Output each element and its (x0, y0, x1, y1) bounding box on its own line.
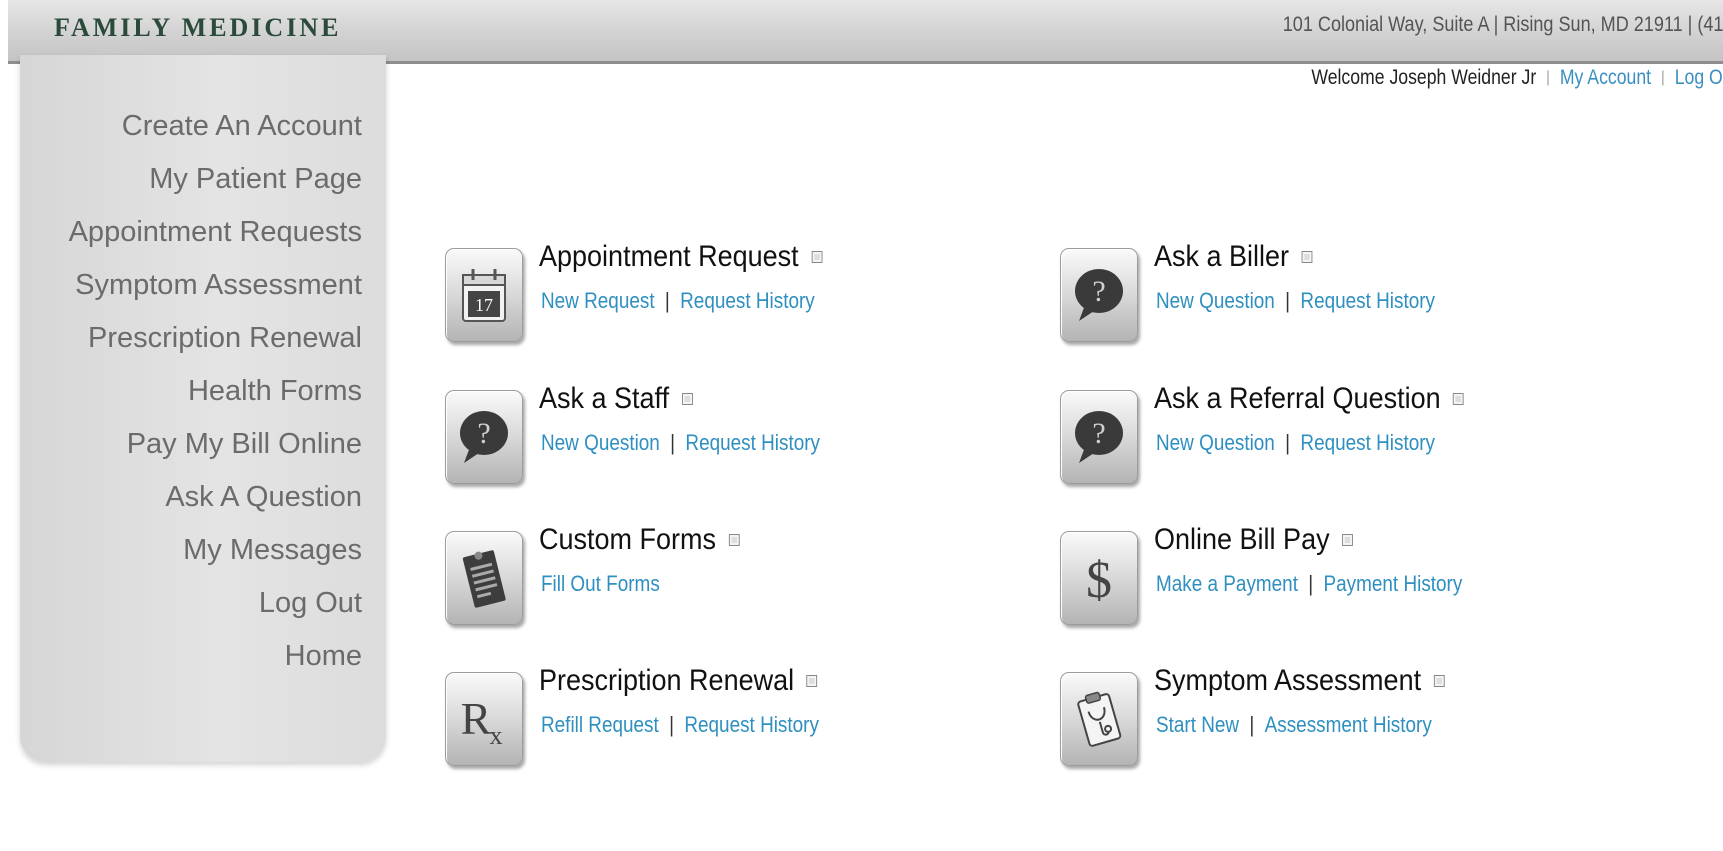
custom-forms-title: Custom Forms (539, 523, 717, 556)
svg-text:R: R (461, 693, 492, 744)
tile-title: Custom Forms (539, 523, 740, 557)
ask-staff-title: Ask a Staff (539, 382, 670, 415)
log-out-link[interactable]: Log O (1675, 66, 1723, 90)
make-payment-link[interactable]: Make a Payment (1156, 571, 1298, 597)
tile-prescription-renewal: R x Prescription Renewal Refill Request … (445, 664, 1005, 774)
tile-links: New Question | Request History (1156, 288, 1435, 314)
request-history-link[interactable]: Request History (685, 430, 820, 456)
separator: | (1285, 430, 1291, 455)
new-question-link[interactable]: New Question (1156, 288, 1275, 314)
speech-bubble-question-icon[interactable]: ? (1060, 390, 1138, 484)
tile-online-bill-pay: $ Online Bill Pay Make a Payment | Payme… (1060, 523, 1620, 633)
svg-text:?: ? (1092, 417, 1105, 450)
info-box-icon[interactable] (1433, 675, 1445, 687)
online-bill-pay-title: Online Bill Pay (1154, 523, 1330, 556)
new-question-link[interactable]: New Question (1156, 430, 1275, 456)
prescription-renewal-title: Prescription Renewal (539, 664, 795, 697)
info-box-icon[interactable] (681, 393, 693, 405)
calendar-icon[interactable]: 17 (445, 248, 523, 342)
ask-referral-title: Ask a Referral Question (1154, 382, 1441, 415)
tile-title: Ask a Staff (539, 382, 693, 416)
sidebar-item-create-account[interactable]: Create An Account (69, 100, 362, 153)
clipboard-stethoscope-icon[interactable] (1060, 672, 1138, 766)
sidebar-item-log-out[interactable]: Log Out (69, 577, 362, 630)
tile-title: Prescription Renewal (539, 664, 818, 698)
tile-links: New Question | Request History (1156, 430, 1435, 456)
info-box-icon[interactable] (1301, 251, 1313, 263)
request-history-link[interactable]: Request History (684, 712, 819, 738)
tile-links: Fill Out Forms (541, 571, 660, 597)
brand-title[interactable]: FAMILY MEDICINE (54, 13, 341, 43)
tile-title: Online Bill Pay (1154, 523, 1353, 557)
tile-ask-staff: ? Ask a Staff New Question | Request His… (445, 382, 1005, 492)
info-box-icon[interactable] (806, 675, 818, 687)
sidebar-menu: Create An Account My Patient Page Appoin… (69, 100, 362, 683)
fill-out-forms-link[interactable]: Fill Out Forms (541, 571, 660, 597)
assessment-history-link[interactable]: Assessment History (1265, 712, 1432, 738)
separator: | (664, 288, 670, 313)
svg-text:?: ? (477, 417, 490, 450)
welcome-text: Welcome Joseph Weidner Jr (1311, 66, 1537, 89)
clipboard-form-icon[interactable] (445, 531, 523, 625)
ask-biller-title: Ask a Biller (1154, 240, 1290, 273)
tile-ask-referral-question: ? Ask a Referral Question New Question |… (1060, 382, 1620, 492)
tile-links: Refill Request | Request History (541, 712, 819, 738)
sidebar-item-my-messages[interactable]: My Messages (69, 524, 362, 577)
sidebar-item-pay-bill-online[interactable]: Pay My Bill Online (69, 418, 362, 471)
request-history-link[interactable]: Request History (1300, 430, 1435, 456)
separator: | (669, 712, 675, 737)
tile-ask-biller: ? Ask a Biller New Question | Request Hi… (1060, 240, 1620, 350)
separator: | (1661, 69, 1665, 86)
speech-bubble-question-icon[interactable]: ? (445, 390, 523, 484)
separator: | (1308, 571, 1314, 596)
speech-bubble-question-icon[interactable]: ? (1060, 248, 1138, 342)
tile-links: New Question | Request History (541, 430, 820, 456)
practice-address: 101 Colonial Way, Suite A | Rising Sun, … (1282, 13, 1723, 36)
tile-links: Make a Payment | Payment History (1156, 571, 1462, 597)
dollar-sign-text: $ (1086, 552, 1112, 609)
sidebar-item-symptom-assessment[interactable]: Symptom Assessment (69, 259, 362, 312)
sidebar-item-appointment-requests[interactable]: Appointment Requests (69, 206, 362, 259)
welcome-bar: Welcome Joseph Weidner Jr | My Account |… (1312, 61, 1723, 95)
tile-custom-forms: Custom Forms Fill Out Forms (445, 523, 1005, 633)
tile-symptom-assessment: Symptom Assessment Start New | Assessmen… (1060, 664, 1620, 774)
tile-links: Start New | Assessment History (1156, 712, 1432, 738)
separator: | (670, 430, 676, 455)
info-box-icon[interactable] (728, 534, 740, 546)
sidebar-item-my-patient-page[interactable]: My Patient Page (69, 153, 362, 206)
tile-appointment-request: 17 Appointment Request New Request | Req… (445, 240, 1005, 350)
new-request-link[interactable]: New Request (541, 288, 655, 314)
sidebar-nav: Create An Account My Patient Page Appoin… (20, 55, 386, 762)
sidebar-item-prescription-renewal[interactable]: Prescription Renewal (69, 312, 362, 365)
tile-title: Ask a Referral Question (1154, 382, 1465, 416)
info-box-icon[interactable] (1453, 393, 1465, 405)
separator: | (1249, 712, 1255, 737)
tile-title: Ask a Biller (1154, 240, 1313, 274)
calendar-day-text: 17 (475, 295, 493, 315)
sidebar-item-ask-question[interactable]: Ask A Question (69, 471, 362, 524)
info-box-icon[interactable] (811, 251, 823, 263)
rx-icon[interactable]: R x (445, 672, 523, 766)
start-new-link[interactable]: Start New (1156, 712, 1239, 738)
request-history-link[interactable]: Request History (680, 288, 815, 314)
refill-request-link[interactable]: Refill Request (541, 712, 659, 738)
dollar-icon[interactable]: $ (1060, 531, 1138, 625)
tile-title: Symptom Assessment (1154, 664, 1445, 698)
tile-links: New Request | Request History (541, 288, 815, 314)
svg-text:x: x (490, 721, 503, 750)
my-account-link[interactable]: My Account (1560, 66, 1651, 90)
request-history-link[interactable]: Request History (1300, 288, 1435, 314)
separator: | (1546, 69, 1551, 86)
new-question-link[interactable]: New Question (541, 430, 660, 456)
sidebar-item-home[interactable]: Home (69, 630, 362, 683)
payment-history-link[interactable]: Payment History (1324, 571, 1463, 597)
svg-text:?: ? (1092, 275, 1105, 308)
tile-title: Appointment Request (539, 240, 823, 274)
appointment-request-title: Appointment Request (539, 240, 799, 273)
info-box-icon[interactable] (1342, 534, 1353, 546)
separator: | (1285, 288, 1291, 313)
sidebar-item-health-forms[interactable]: Health Forms (69, 365, 362, 418)
symptom-assessment-title: Symptom Assessment (1154, 664, 1422, 697)
